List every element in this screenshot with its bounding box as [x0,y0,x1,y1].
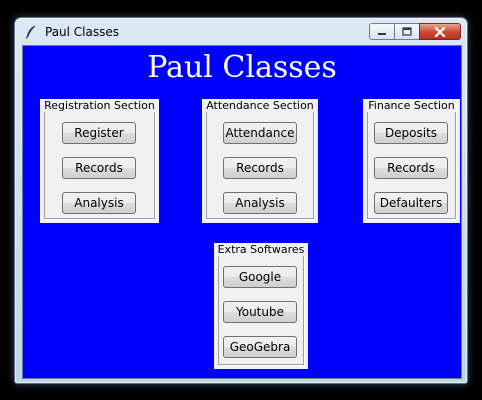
close-icon [434,26,446,37]
defaulters-button[interactable]: Defaulters [374,192,448,214]
maximize-icon [402,27,412,36]
title-bar[interactable]: Paul Classes [15,18,467,44]
app-window: Paul Classes Paul Classes Registration S… [14,17,468,384]
minimize-icon [378,32,386,35]
finance-records-button[interactable]: Records [374,157,448,179]
google-button[interactable]: Google [223,266,297,288]
finance-section: Finance Section Deposits Records Default… [363,99,460,223]
attendance-records-button[interactable]: Records [223,157,297,179]
deposits-button[interactable]: Deposits [374,122,448,144]
maximize-button[interactable] [394,23,420,40]
close-button[interactable] [419,23,461,40]
main-panel: Paul Classes Registration Section Regist… [22,45,462,379]
finance-section-title: Finance Section [367,99,456,112]
geogebra-button[interactable]: GeoGebra [223,336,297,358]
registration-section-title: Registration Section [43,99,156,112]
attendance-section-title: Attendance Section [205,99,315,112]
registration-records-button[interactable]: Records [62,157,136,179]
attendance-analysis-button[interactable]: Analysis [223,192,297,214]
app-heading: Paul Classes [147,50,337,85]
youtube-button[interactable]: Youtube [223,301,297,323]
attendance-button[interactable]: Attendance [223,122,297,144]
extra-softwares-section: Extra Softwares Google Youtube GeoGebra [214,243,308,369]
minimize-button[interactable] [369,23,395,40]
window-title: Paul Classes [45,25,120,39]
feather-icon [24,25,38,39]
registration-section: Registration Section Register Records An… [40,99,159,223]
attendance-section: Attendance Section Attendance Records An… [202,99,318,223]
registration-analysis-button[interactable]: Analysis [62,192,136,214]
extra-softwares-section-title: Extra Softwares [216,243,306,256]
caption-buttons [369,23,461,41]
register-button[interactable]: Register [62,122,136,144]
